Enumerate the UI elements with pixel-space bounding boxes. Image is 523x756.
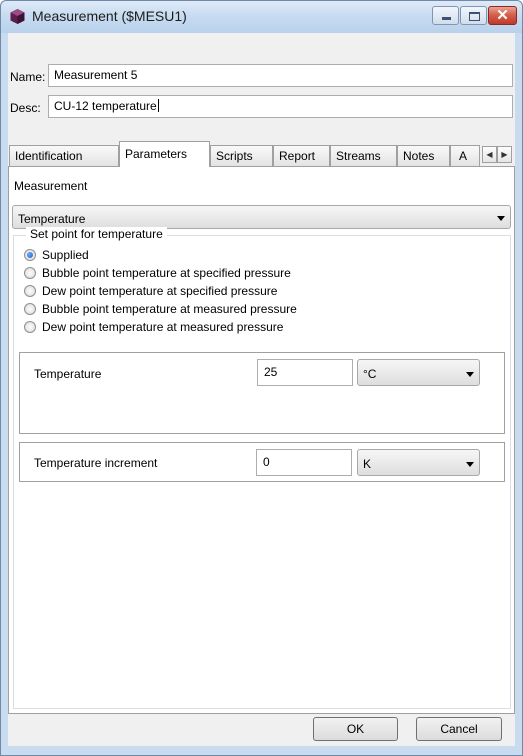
tab-strip: Identification Parameters Scripts Report…	[8, 141, 515, 167]
tab-notes[interactable]: Notes	[397, 145, 450, 166]
temperature-panel: Temperature 25 °C	[19, 352, 505, 434]
option-label: Supplied	[42, 248, 89, 262]
dialog-window: Measurement ($MESU1) ✕ Name: Measurement…	[0, 0, 523, 756]
tab-identification[interactable]: Identification	[9, 145, 119, 166]
name-label: Name:	[10, 70, 46, 84]
option-label: Bubble point temperature at specified pr…	[42, 266, 291, 280]
chevron-down-icon	[466, 372, 474, 377]
tab-scripts[interactable]: Scripts	[210, 145, 273, 166]
desc-value: CU-12 temperature	[54, 99, 157, 113]
increment-unit-value: K	[363, 457, 372, 471]
desc-field[interactable]: CU-12 temperature	[48, 95, 513, 118]
dialog-client: Name: Measurement 5 Desc: CU-12 temperat…	[8, 33, 515, 746]
radio-button[interactable]	[24, 285, 36, 297]
tab-parameters[interactable]: Parameters	[119, 141, 210, 167]
maximize-button[interactable]	[460, 6, 487, 25]
temperature-input[interactable]: 25	[257, 359, 353, 386]
measurement-label: Measurement	[14, 179, 88, 193]
parameters-page: Measurement Temperature Set point for te…	[8, 166, 515, 714]
measurement-select-value: Temperature	[18, 212, 86, 226]
increment-unit-select[interactable]: K	[357, 449, 480, 476]
increment-input[interactable]: 0	[256, 449, 352, 476]
option-label: Bubble point temperature at measured pre…	[42, 302, 297, 316]
title-bar[interactable]: Measurement ($MESU1) ✕	[1, 1, 522, 33]
tab-scroll-right-icon[interactable]: ▶	[497, 146, 512, 163]
tab-scroll-left-icon[interactable]: ◀	[482, 146, 497, 163]
temperature-label: Temperature	[34, 367, 102, 381]
window-title: Measurement ($MESU1)	[32, 8, 187, 24]
radio-button[interactable]	[24, 267, 36, 279]
setpoint-group: Set point for temperature Supplied Bubbl…	[13, 227, 511, 709]
chevron-down-icon	[497, 216, 505, 221]
radio-button[interactable]	[24, 249, 36, 261]
cancel-button[interactable]: Cancel	[416, 717, 502, 741]
close-button[interactable]: ✕	[488, 6, 517, 25]
increment-panel: Temperature increment 0 K	[19, 442, 505, 482]
temperature-unit-select[interactable]: °C	[357, 359, 480, 386]
close-icon: ✕	[496, 7, 509, 24]
ok-button[interactable]: OK	[313, 717, 398, 741]
temperature-unit-value: °C	[363, 367, 377, 381]
chevron-down-icon	[466, 462, 474, 467]
option-label: Dew point temperature at measured pressu…	[42, 320, 284, 334]
measurement-select[interactable]: Temperature	[12, 205, 511, 229]
desc-label: Desc:	[10, 101, 41, 115]
name-field[interactable]: Measurement 5	[48, 64, 513, 87]
text-cursor	[157, 99, 159, 112]
tab-streams[interactable]: Streams	[330, 145, 397, 166]
minimize-button[interactable]	[432, 6, 459, 25]
radio-button[interactable]	[24, 303, 36, 315]
tab-more[interactable]: A	[450, 145, 480, 166]
setpoint-group-title: Set point for temperature	[26, 227, 167, 241]
tab-report[interactable]: Report	[273, 145, 330, 166]
option-label: Dew point temperature at specified press…	[42, 284, 278, 298]
radio-button[interactable]	[24, 321, 36, 333]
increment-label: Temperature increment	[34, 456, 158, 470]
app-icon	[10, 9, 25, 24]
